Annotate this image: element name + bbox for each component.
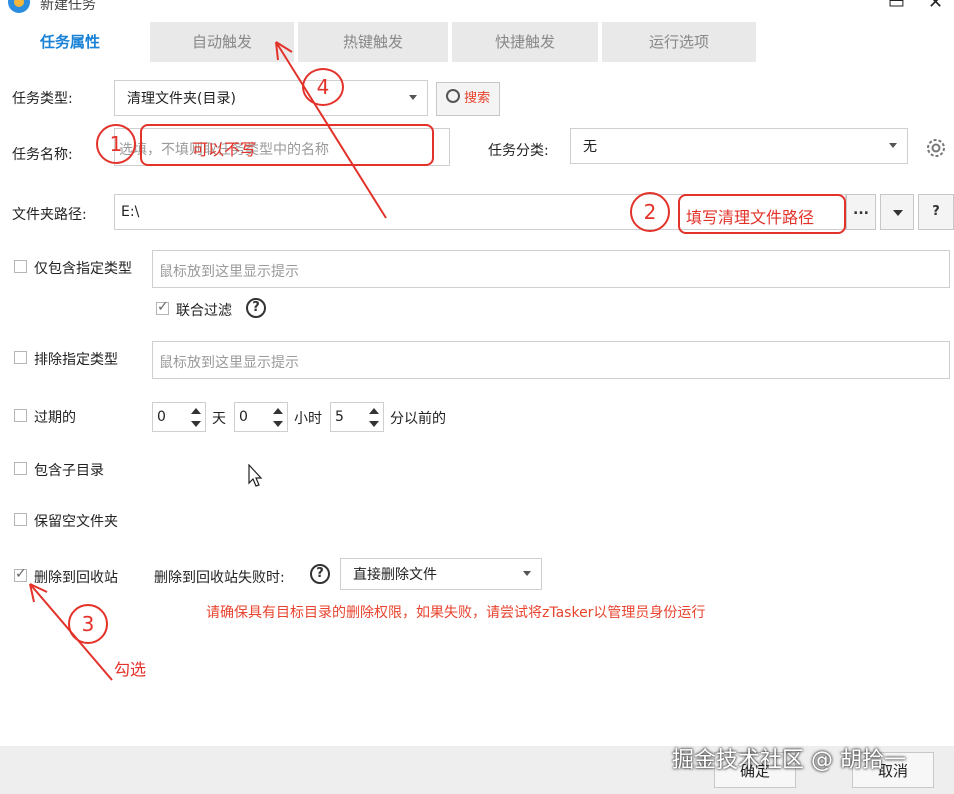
arrow-up-icon[interactable] — [369, 408, 379, 414]
tab-task-properties[interactable]: 任务属性 — [0, 22, 140, 62]
expired-checkbox[interactable] — [14, 409, 27, 422]
hours-unit: 小时 — [294, 411, 322, 427]
recycle-fail-select[interactable]: 直接删除文件 — [340, 558, 542, 590]
task-category-label: 任务分类: — [488, 143, 549, 159]
exclude-types-checkbox[interactable] — [14, 351, 27, 364]
path-help-button[interactable]: ? — [918, 194, 954, 230]
title-bar: 新建任务 ▭ ✕ — [0, 0, 954, 22]
close-icon[interactable]: ✕ — [928, 0, 943, 13]
folder-path-label: 文件夹路径: — [12, 207, 87, 223]
task-category-value: 无 — [583, 139, 597, 155]
arrow-down-icon[interactable] — [191, 421, 201, 427]
include-subdirs-label: 包含子目录 — [34, 463, 104, 479]
include-subdirs-checkbox[interactable] — [14, 462, 27, 475]
help-icon[interactable]: ? — [246, 298, 266, 318]
browse-button[interactable]: ... — [846, 194, 876, 230]
arrow-down-icon[interactable] — [369, 421, 379, 427]
minutes-unit: 分以前的 — [390, 411, 446, 427]
chevron-down-icon — [889, 143, 897, 148]
app-logo-icon — [6, 0, 32, 16]
minutes-value: 5 — [335, 409, 344, 425]
task-category-select[interactable]: 无 — [570, 128, 908, 164]
annotation-path-note: 填写清理文件路径 — [686, 208, 815, 227]
exclude-types-placeholder: 鼠标放到这里显示提示 — [159, 355, 299, 371]
arrow-down-icon[interactable] — [273, 421, 283, 427]
recycle-checkbox[interactable] — [14, 566, 27, 582]
path-dropdown-button[interactable] — [880, 194, 914, 230]
exclude-types-input[interactable]: 鼠标放到这里显示提示 — [152, 341, 950, 379]
recycle-label: 删除到回收站 — [34, 570, 118, 586]
tab-auto-trigger[interactable]: 自动触发 — [150, 22, 294, 62]
hours-stepper[interactable]: 0 — [234, 402, 288, 432]
chevron-down-icon — [893, 210, 903, 216]
folder-path-value: E:\ — [121, 204, 140, 220]
days-value: 0 — [157, 409, 166, 425]
keep-empty-label: 保留空文件夹 — [34, 514, 118, 530]
tab-hotkey-trigger[interactable]: 热键触发 — [298, 22, 448, 62]
keep-empty-checkbox[interactable] — [14, 513, 27, 526]
arrow-up-icon[interactable] — [273, 408, 283, 414]
maximize-icon[interactable]: ▭ — [888, 0, 905, 13]
days-unit: 天 — [212, 411, 226, 427]
recycle-fail-label: 删除到回收站失败时: — [154, 570, 285, 586]
mouse-cursor-icon — [248, 463, 264, 492]
permission-warning: 请确保具有目标目录的删除权限，如果失败，请尝试将zTasker以管理员身份运行 — [206, 605, 706, 621]
search-icon — [445, 89, 460, 103]
include-types-placeholder: 鼠标放到这里显示提示 — [159, 264, 299, 280]
annotation-box-path: 填写清理文件路径 — [678, 194, 846, 234]
arrow-up-icon[interactable] — [191, 408, 201, 414]
include-types-label: 仅包含指定类型 — [34, 261, 132, 277]
minutes-stepper[interactable]: 5 — [330, 402, 384, 432]
task-type-label: 任务类型: — [12, 91, 73, 107]
task-name-label: 任务名称: — [12, 147, 73, 163]
tab-quick-trigger[interactable]: 快捷触发 — [452, 22, 598, 62]
annotation-circle-4: 4 — [302, 68, 344, 106]
tab-run-options[interactable]: 运行选项 — [602, 22, 756, 62]
joint-filter-checkbox[interactable] — [156, 299, 169, 315]
annotation-circle-1: 1 — [96, 124, 136, 164]
hours-value: 0 — [239, 409, 248, 425]
annotation-circle-3: 3 — [68, 604, 108, 644]
include-types-input[interactable]: 鼠标放到这里显示提示 — [152, 250, 950, 288]
task-type-select[interactable]: 清理文件夹(目录) — [114, 80, 428, 116]
task-type-value: 清理文件夹(目录) — [127, 91, 236, 107]
days-stepper[interactable]: 0 — [152, 402, 206, 432]
expired-label: 过期的 — [34, 410, 76, 426]
joint-filter-label: 联合过滤 — [176, 303, 232, 319]
tab-bar: 任务属性 自动触发 热键触发 快捷触发 运行选项 — [0, 22, 954, 62]
include-types-checkbox[interactable] — [14, 260, 27, 273]
exclude-types-label: 排除指定类型 — [34, 352, 118, 368]
gear-icon[interactable] — [924, 136, 948, 164]
annotation-circle-2: 2 — [630, 192, 670, 232]
annotation-optional-note: 可以不写 — [192, 140, 257, 159]
recycle-fail-value: 直接删除文件 — [353, 567, 437, 583]
annotation-box-name: 可以不写 — [140, 124, 434, 166]
chevron-down-icon — [523, 571, 531, 576]
window-title: 新建任务 — [40, 0, 96, 13]
annotation-check-note: 勾选 — [114, 660, 147, 679]
search-button-label: 搜索 — [464, 91, 491, 106]
search-button[interactable]: 搜索 — [436, 82, 500, 116]
help-icon[interactable]: ? — [310, 564, 330, 584]
watermark: 掘金技术社区 @ 胡拾一 — [672, 748, 906, 773]
chevron-down-icon — [409, 95, 417, 100]
